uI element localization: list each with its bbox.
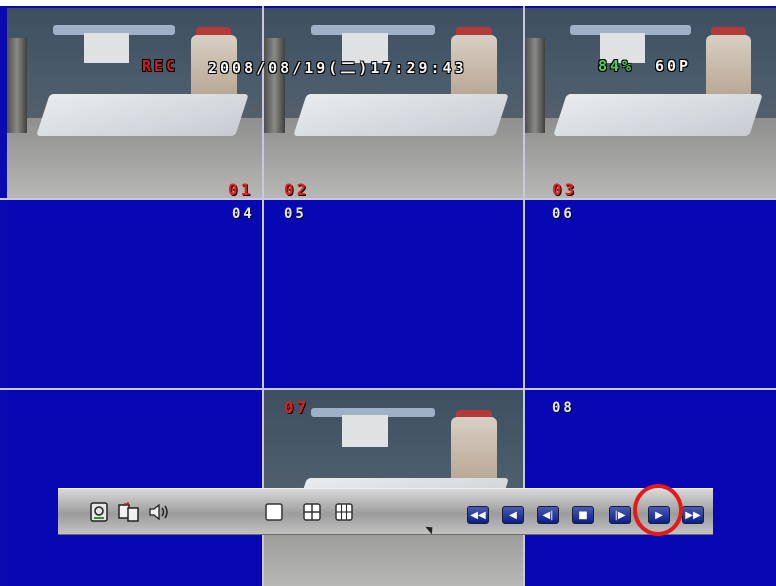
step-back-button[interactable]: ◀| xyxy=(537,506,559,524)
fast-rewind-button[interactable]: ◀◀ xyxy=(467,506,489,524)
camera-cell-04[interactable] xyxy=(7,200,262,388)
channel-swap-icon[interactable] xyxy=(118,501,140,523)
disk-usage: 84% xyxy=(598,57,635,75)
camera-cell-01[interactable] xyxy=(7,8,262,198)
grid-divider xyxy=(0,388,776,390)
quad-view-icon[interactable] xyxy=(301,501,323,523)
channel-label-04: 04 xyxy=(232,206,255,222)
speaker-icon[interactable] xyxy=(148,501,170,523)
channel-label-01: 01 xyxy=(228,180,254,199)
camera-cell-05[interactable] xyxy=(264,200,523,388)
channel-label-03: 03 xyxy=(552,180,578,199)
play-button-highlight xyxy=(633,484,683,536)
channel-label-05: 05 xyxy=(284,206,307,222)
channel-label-02: 02 xyxy=(284,180,310,199)
frame-rate: 60P xyxy=(655,57,692,75)
camera-feed-01 xyxy=(7,8,262,198)
stop-button[interactable]: ■ xyxy=(572,506,594,524)
camera-cell-02[interactable] xyxy=(264,8,523,198)
datetime-readout: 2008/08/19(二)17:29:43 xyxy=(208,59,467,77)
single-view-icon[interactable] xyxy=(263,501,285,523)
camera-feed-02 xyxy=(264,8,523,198)
step-forward-button[interactable]: |▶ xyxy=(609,506,631,524)
camera-cell-06[interactable] xyxy=(525,200,776,388)
nine-view-icon[interactable] xyxy=(333,501,355,523)
grid-divider xyxy=(0,198,776,200)
rec-indicator: REC xyxy=(142,57,179,75)
channel-label-06: 06 xyxy=(552,206,575,222)
top-border xyxy=(0,0,776,6)
channel-label-07: 07 xyxy=(284,398,310,417)
playback-toolbar: ◀◀ ◀ ◀| ■ |▶ ▶ ▶▶ xyxy=(58,488,713,535)
channel-label-08: 08 xyxy=(552,400,575,416)
rewind-button[interactable]: ◀ xyxy=(502,506,524,524)
camera-cell-03[interactable] xyxy=(525,8,776,198)
hdd-icon[interactable] xyxy=(88,501,110,523)
camera-feed-03 xyxy=(525,8,776,198)
fast-forward-button[interactable]: ▶▶ xyxy=(682,506,704,524)
